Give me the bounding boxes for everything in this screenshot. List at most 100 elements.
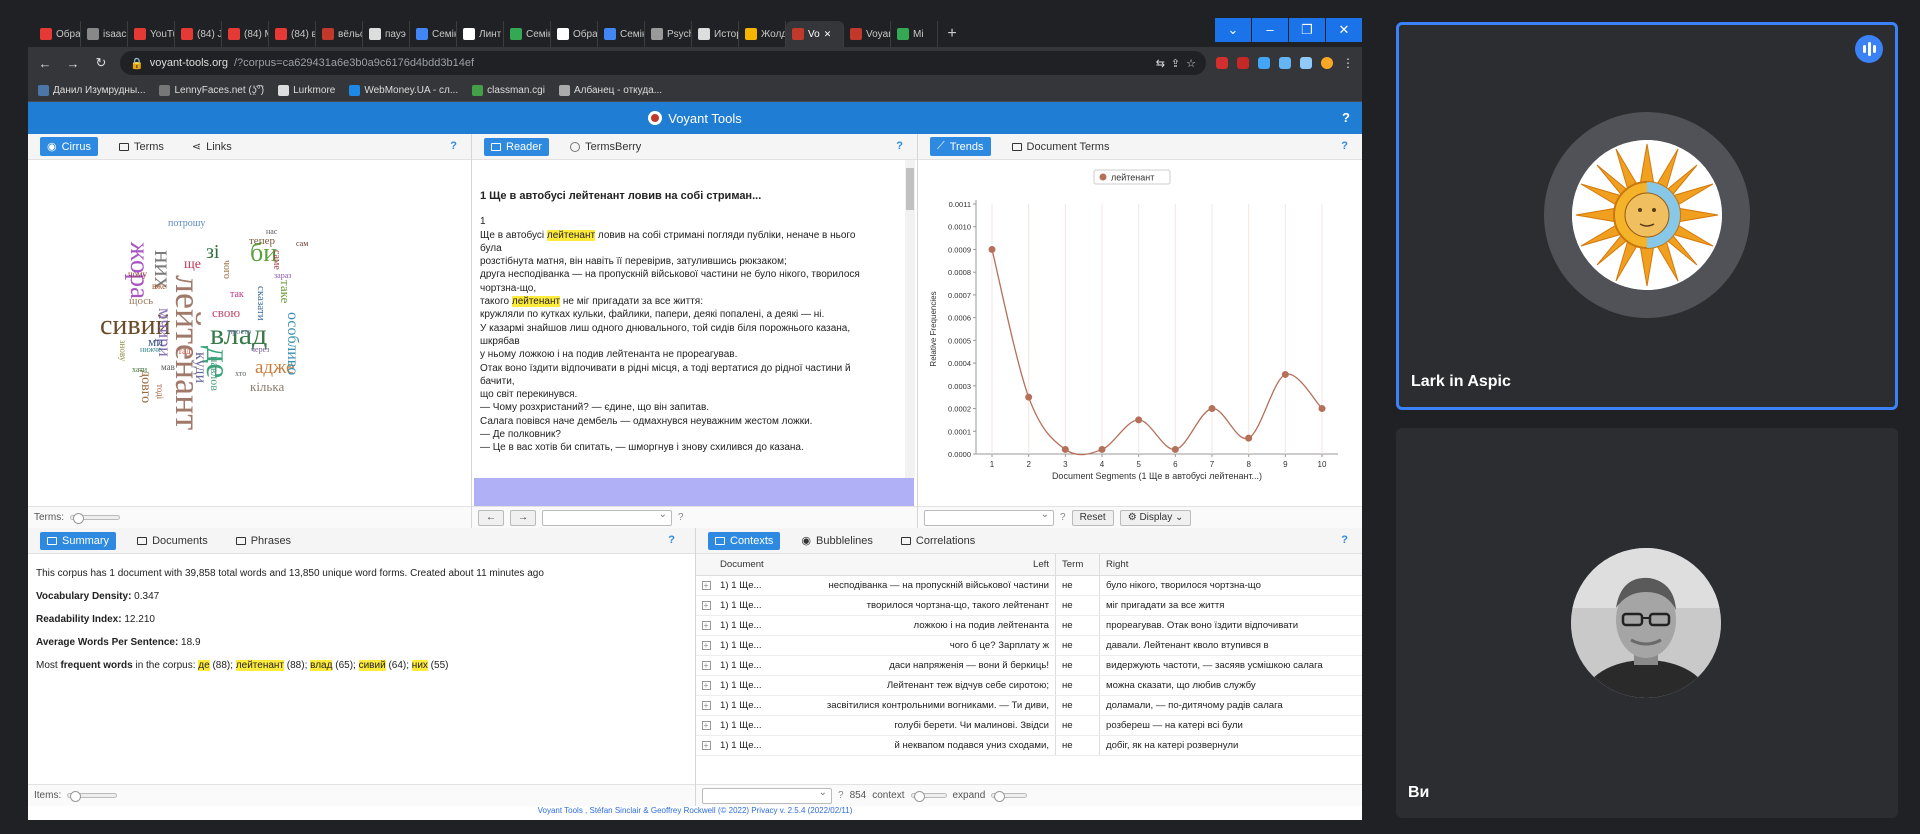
- data-point[interactable]: [1281, 370, 1289, 378]
- cloud-word[interactable]: хати: [132, 366, 147, 374]
- table-row[interactable]: +1) 1 Ще... несподіванка — на пропускній …: [696, 576, 1362, 596]
- cloud-word[interactable]: чому: [128, 270, 147, 279]
- browser-tab[interactable]: (84) в: [269, 21, 316, 47]
- cloud-word[interactable]: таке: [278, 280, 293, 303]
- cloud-word[interactable]: зі: [206, 242, 219, 262]
- bookmark-item[interactable]: LennyFaces.net (ʖ̯͡°): [159, 84, 264, 96]
- share-icon[interactable]: ⇪: [1171, 57, 1180, 70]
- puzzle-extensions-icon[interactable]: [1258, 57, 1270, 69]
- browser-tab[interactable]: пауэ: [363, 21, 410, 47]
- help-icon[interactable]: ?: [678, 512, 684, 523]
- help-icon[interactable]: ?: [1341, 140, 1348, 152]
- expand-row-icon[interactable]: +: [696, 660, 716, 671]
- cloud-word[interactable]: сам: [296, 240, 308, 248]
- next-arrow-icon[interactable]: →: [510, 509, 536, 526]
- cloud-word[interactable]: мав: [161, 363, 175, 372]
- browser-tab[interactable]: YouTu: [128, 21, 175, 47]
- table-row[interactable]: +1) 1 Ще... ложкою і на подив лейтенанта н…: [696, 616, 1362, 636]
- cloud-word[interactable]: зараз: [274, 272, 291, 280]
- column-right[interactable]: Right: [1100, 559, 1362, 570]
- cloud-word[interactable]: тоді: [155, 384, 165, 399]
- tab-search-button[interactable]: ⌄: [1215, 18, 1251, 42]
- cloud-word[interactable]: нас: [266, 228, 277, 236]
- frequent-word[interactable]: влад: [310, 660, 333, 671]
- participant-tile-active[interactable]: Lark in Aspic: [1396, 22, 1898, 410]
- tab-bubblelines[interactable]: ◉ Bubblelines: [794, 531, 879, 550]
- browser-tab[interactable]: вёльс: [316, 21, 363, 47]
- expand-row-icon[interactable]: +: [696, 720, 716, 731]
- column-term[interactable]: Term: [1056, 554, 1100, 575]
- cloud-word[interactable]: павлов: [208, 356, 222, 391]
- voyant-footer[interactable]: Voyant Tools , Stéfan Sinclair & Geoffre…: [28, 806, 1362, 820]
- close-tab-icon[interactable]: ✕: [824, 29, 832, 40]
- bookmark-item[interactable]: Данил Изумрудны...: [38, 84, 145, 96]
- reading-list-icon[interactable]: [1279, 57, 1291, 69]
- reader-document-bar[interactable]: [474, 478, 914, 508]
- bookmark-item[interactable]: Lurkmore: [278, 84, 335, 96]
- browser-tab[interactable]: Истор: [692, 21, 739, 47]
- display-button[interactable]: ⚙ Display ⌄: [1119, 509, 1192, 526]
- frequent-word[interactable]: лейтенант: [235, 660, 285, 671]
- expand-row-icon[interactable]: +: [696, 580, 716, 591]
- cloud-word[interactable]: свою: [212, 306, 240, 319]
- cloud-word[interactable]: особливо: [284, 312, 301, 375]
- side-panel-icon[interactable]: [1300, 57, 1312, 69]
- tab-document-terms[interactable]: Document Terms: [1005, 138, 1117, 156]
- browser-tab[interactable]: Семін: [410, 21, 457, 47]
- tab-reader[interactable]: Reader: [484, 137, 550, 156]
- data-point[interactable]: [1318, 405, 1326, 413]
- data-point[interactable]: [1171, 445, 1179, 453]
- browser-tab[interactable]: isaacs: [81, 21, 128, 47]
- bookmark-item[interactable]: Албанец - откуда...: [558, 84, 662, 96]
- table-row[interactable]: +1) 1 Ще... творилося чортзна-що, такого …: [696, 596, 1362, 616]
- help-icon[interactable]: ?: [668, 534, 675, 546]
- cloud-word[interactable]: сказати: [255, 286, 267, 321]
- terms-slider[interactable]: [70, 513, 120, 524]
- pdf-extension-icon[interactable]: [1237, 57, 1249, 69]
- prev-arrow-icon[interactable]: ←: [478, 509, 504, 526]
- browser-tab[interactable]: Семін: [598, 21, 645, 47]
- cloud-word[interactable]: через: [251, 346, 269, 354]
- help-icon[interactable]: ?: [838, 790, 844, 801]
- bookmark-star-icon[interactable]: ☆: [1186, 57, 1196, 70]
- cloud-word[interactable]: знову: [118, 340, 128, 361]
- browser-tab[interactable]: Линт: [457, 21, 504, 47]
- browser-tab[interactable]: Обра: [551, 21, 598, 47]
- expand-row-icon[interactable]: +: [696, 700, 716, 711]
- tab-cirrus[interactable]: ◉ Cirrus: [40, 137, 98, 156]
- tab-terms[interactable]: Terms: [112, 138, 171, 156]
- frequent-word[interactable]: сивий: [358, 660, 386, 671]
- expand-row-icon[interactable]: +: [696, 640, 716, 651]
- back-arrow-icon[interactable]: ←: [36, 56, 54, 71]
- cloud-word[interactable]: куди: [192, 352, 209, 383]
- cloud-word[interactable]: кілька: [250, 380, 284, 393]
- table-row[interactable]: +1) 1 Ще... даси напряженія — вони й берк…: [696, 656, 1362, 676]
- contexts-search-combo[interactable]: [702, 787, 832, 804]
- table-row[interactable]: +1) 1 Ще... й неквапом подався униз схода…: [696, 736, 1362, 756]
- help-icon[interactable]: ?: [450, 140, 457, 152]
- browser-tab[interactable]: Семін: [504, 21, 551, 47]
- tab-documents[interactable]: Documents: [130, 532, 215, 550]
- help-icon[interactable]: ?: [1060, 512, 1066, 523]
- cloud-word[interactable]: так: [230, 290, 244, 300]
- table-row[interactable]: +1) 1 Ще... засвітилися контрольними вогн…: [696, 696, 1362, 716]
- tab-summary[interactable]: Summary: [40, 531, 117, 550]
- frequent-word[interactable]: них: [411, 660, 428, 671]
- browser-tab[interactable]: (84) M: [222, 21, 269, 47]
- cloud-word[interactable]: чого: [221, 260, 232, 279]
- cloud-word[interactable]: тепер: [249, 236, 275, 247]
- column-document[interactable]: Document: [716, 559, 796, 570]
- cloud-word[interactable]: просто: [228, 328, 251, 336]
- reader-search-combo[interactable]: [542, 509, 672, 526]
- highlighted-term[interactable]: лейтенант: [546, 229, 596, 241]
- cloud-word[interactable]: потрошу: [168, 219, 205, 229]
- reader-scrollbar[interactable]: [905, 160, 915, 478]
- tab-termsberry[interactable]: TermsBerry: [563, 138, 648, 156]
- browser-tab[interactable]: Обра: [34, 21, 81, 47]
- expand-row-icon[interactable]: +: [696, 680, 716, 691]
- cloud-word[interactable]: хто: [235, 370, 246, 378]
- data-point[interactable]: [1025, 393, 1033, 401]
- data-point[interactable]: [1098, 445, 1106, 453]
- tab-links[interactable]: ⋖ Links: [185, 137, 239, 156]
- help-icon[interactable]: ?: [1341, 534, 1348, 546]
